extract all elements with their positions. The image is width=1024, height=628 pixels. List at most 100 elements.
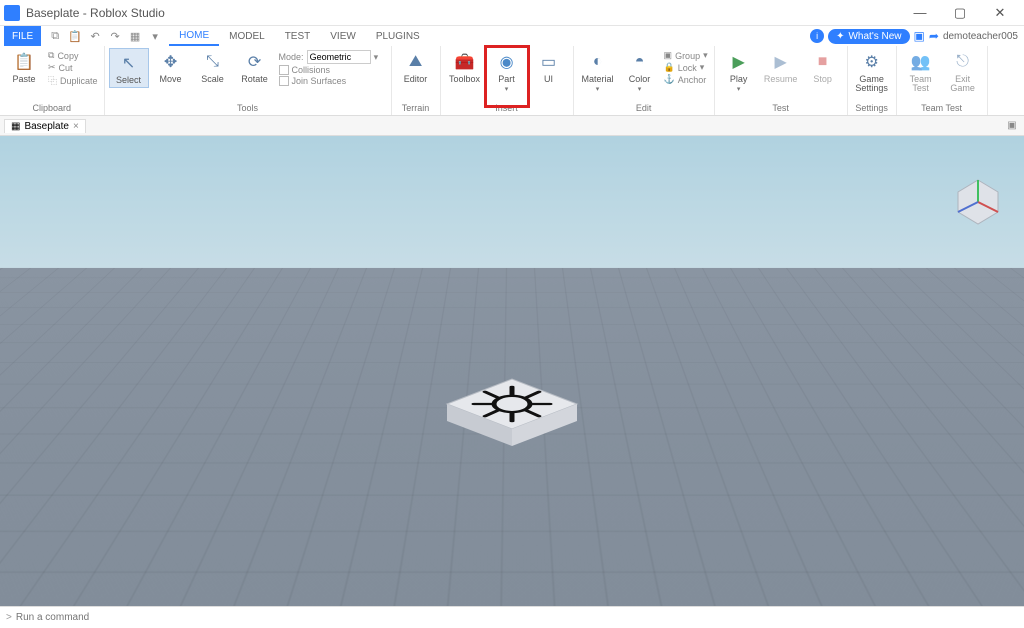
- scale-button[interactable]: ⤡ Scale: [193, 48, 233, 86]
- lock-label: Lock: [678, 63, 697, 73]
- part-button[interactable]: ◉ Part ▾: [487, 48, 527, 95]
- tab-home[interactable]: HOME: [169, 26, 219, 46]
- color-button[interactable]: ◓ Color ▾: [620, 48, 660, 95]
- collisions-label: Collisions: [292, 65, 331, 75]
- qat-undo-icon[interactable]: ↶: [87, 28, 103, 44]
- spawn-location[interactable]: [427, 354, 597, 464]
- chevron-down-icon: ▾: [596, 85, 600, 93]
- titlebar: Baseplate - Roblox Studio — ▢ ✕: [0, 0, 1024, 26]
- toolbox-button[interactable]: 🧰 Toolbox: [445, 48, 485, 86]
- doc-tab-baseplate[interactable]: ▦ Baseplate ×: [4, 119, 86, 133]
- ui-icon: ▭: [537, 50, 561, 74]
- group-clipboard: 📋 Paste ⧉Copy ✂Cut ⿻Duplicate Clipboard: [0, 46, 105, 115]
- username-label[interactable]: demoteacher005: [943, 31, 1018, 42]
- resume-label: Resume: [764, 75, 798, 84]
- whats-new-button[interactable]: ✦ What's New: [828, 29, 909, 44]
- info-icon[interactable]: i: [810, 29, 824, 43]
- quick-access-toolbar: ⧉ 📋 ↶ ↷ ▦ ▾: [41, 26, 169, 46]
- material-label: Material: [582, 75, 614, 84]
- material-button[interactable]: ◐ Material ▾: [578, 48, 618, 95]
- game-settings-label: Game Settings: [855, 75, 888, 93]
- checkbox-icon: [279, 76, 289, 86]
- rotate-icon: ⟳: [243, 50, 267, 74]
- play-button[interactable]: ▶ Play ▾: [719, 48, 759, 95]
- duplicate-button[interactable]: ⿻Duplicate: [48, 74, 98, 87]
- tab-view[interactable]: VIEW: [320, 26, 366, 46]
- window-title: Baseplate - Roblox Studio: [26, 6, 165, 20]
- rotate-button[interactable]: ⟳ Rotate: [235, 48, 275, 86]
- exit-game-label: Exit Game: [950, 75, 975, 93]
- paste-button[interactable]: 📋 Paste: [4, 48, 44, 86]
- share-icon[interactable]: ➦: [929, 29, 939, 43]
- close-tab-button[interactable]: ×: [73, 121, 79, 132]
- mode-select[interactable]: [307, 50, 371, 64]
- team-test-button[interactable]: 👥 Team Test: [901, 48, 941, 95]
- group-insert-label: Insert: [441, 103, 573, 115]
- part-label: Part: [498, 75, 515, 84]
- cut-button[interactable]: ✂Cut: [48, 62, 98, 73]
- group-terrain: ⛰ Editor Terrain: [392, 46, 441, 115]
- part-icon: ◉: [495, 50, 519, 74]
- plugin-icon[interactable]: ▣: [914, 29, 925, 43]
- terrain-editor-button[interactable]: ⛰ Editor: [396, 48, 436, 86]
- file-menu-button[interactable]: FILE: [4, 26, 41, 46]
- ui-button[interactable]: ▭ UI: [529, 48, 569, 86]
- tab-test[interactable]: TEST: [275, 26, 321, 46]
- command-input[interactable]: [16, 612, 1018, 623]
- resume-button[interactable]: ▶ Resume: [761, 48, 801, 86]
- group-button[interactable]: ▣Group▾: [664, 50, 708, 61]
- qat-copy-icon[interactable]: ⧉: [47, 28, 63, 44]
- mode-row: Mode: ▾: [279, 50, 385, 64]
- qat-grid-icon[interactable]: ▦: [127, 28, 143, 44]
- stop-icon: ■: [811, 50, 835, 74]
- ribbon: 📋 Paste ⧉Copy ✂Cut ⿻Duplicate Clipboard …: [0, 46, 1024, 116]
- copy-button[interactable]: ⧉Copy: [48, 50, 98, 61]
- copy-label: Copy: [57, 51, 78, 61]
- tab-model[interactable]: MODEL: [219, 26, 275, 46]
- expand-panel-icon[interactable]: ▣: [1004, 118, 1020, 134]
- duplicate-label: Duplicate: [60, 76, 98, 86]
- whats-new-label: What's New: [848, 31, 901, 42]
- qat-paste-icon[interactable]: 📋: [67, 28, 83, 44]
- game-settings-button[interactable]: ⚙ Game Settings: [852, 48, 892, 95]
- exit-game-button[interactable]: ⎋ Exit Game: [943, 48, 983, 95]
- group-insert: 🧰 Toolbox ◉ Part ▾ ▭ UI Insert: [441, 46, 574, 115]
- group-teamtest: 👥 Team Test ⎋ Exit Game Team Test: [897, 46, 988, 115]
- color-icon: ◓: [628, 50, 652, 74]
- doc-tab-label: Baseplate: [24, 121, 68, 132]
- maximize-button[interactable]: ▢: [940, 1, 980, 25]
- play-icon: ▶: [727, 50, 751, 74]
- terrain-icon: ⛰: [404, 50, 428, 74]
- group-settings: ⚙ Game Settings Settings: [848, 46, 897, 115]
- stop-button[interactable]: ■ Stop: [803, 48, 843, 86]
- join-surfaces-checkbox[interactable]: Join Surfaces: [279, 76, 385, 86]
- gear-icon: ⚙: [860, 50, 884, 74]
- close-button[interactable]: ✕: [980, 1, 1020, 25]
- group-edit: ◐ Material ▾ ◓ Color ▾ ▣Group▾ 🔒Lock▾ ⚓A…: [574, 46, 715, 115]
- document-icon: ▦: [11, 121, 20, 132]
- anchor-label: Anchor: [678, 75, 707, 85]
- stop-label: Stop: [813, 75, 832, 84]
- chevron-down-icon[interactable]: ▾: [374, 52, 379, 63]
- qat-more-icon[interactable]: ▾: [147, 28, 163, 44]
- select-label: Select: [116, 76, 141, 85]
- collisions-checkbox[interactable]: Collisions: [279, 65, 385, 75]
- ui-label: UI: [544, 75, 553, 84]
- group-icon: ▣: [664, 50, 673, 61]
- join-label: Join Surfaces: [292, 76, 347, 86]
- orientation-gizmo[interactable]: [950, 174, 1006, 230]
- duplicate-icon: ⿻: [48, 74, 57, 87]
- anchor-button[interactable]: ⚓Anchor: [664, 74, 708, 85]
- checkbox-icon: [279, 65, 289, 75]
- select-button[interactable]: ↖ Select: [109, 48, 149, 88]
- cursor-icon: ↖: [117, 51, 141, 75]
- cut-icon: ✂: [48, 62, 56, 73]
- move-button[interactable]: ✥ Move: [151, 48, 191, 86]
- tab-plugins[interactable]: PLUGINS: [366, 26, 430, 46]
- group-tools-label: Tools: [105, 103, 391, 115]
- viewport-3d[interactable]: [0, 136, 1024, 606]
- lock-button[interactable]: 🔒Lock▾: [664, 62, 708, 73]
- qat-redo-icon[interactable]: ↷: [107, 28, 123, 44]
- minimize-button[interactable]: —: [900, 1, 940, 25]
- group-clipboard-label: Clipboard: [0, 103, 104, 115]
